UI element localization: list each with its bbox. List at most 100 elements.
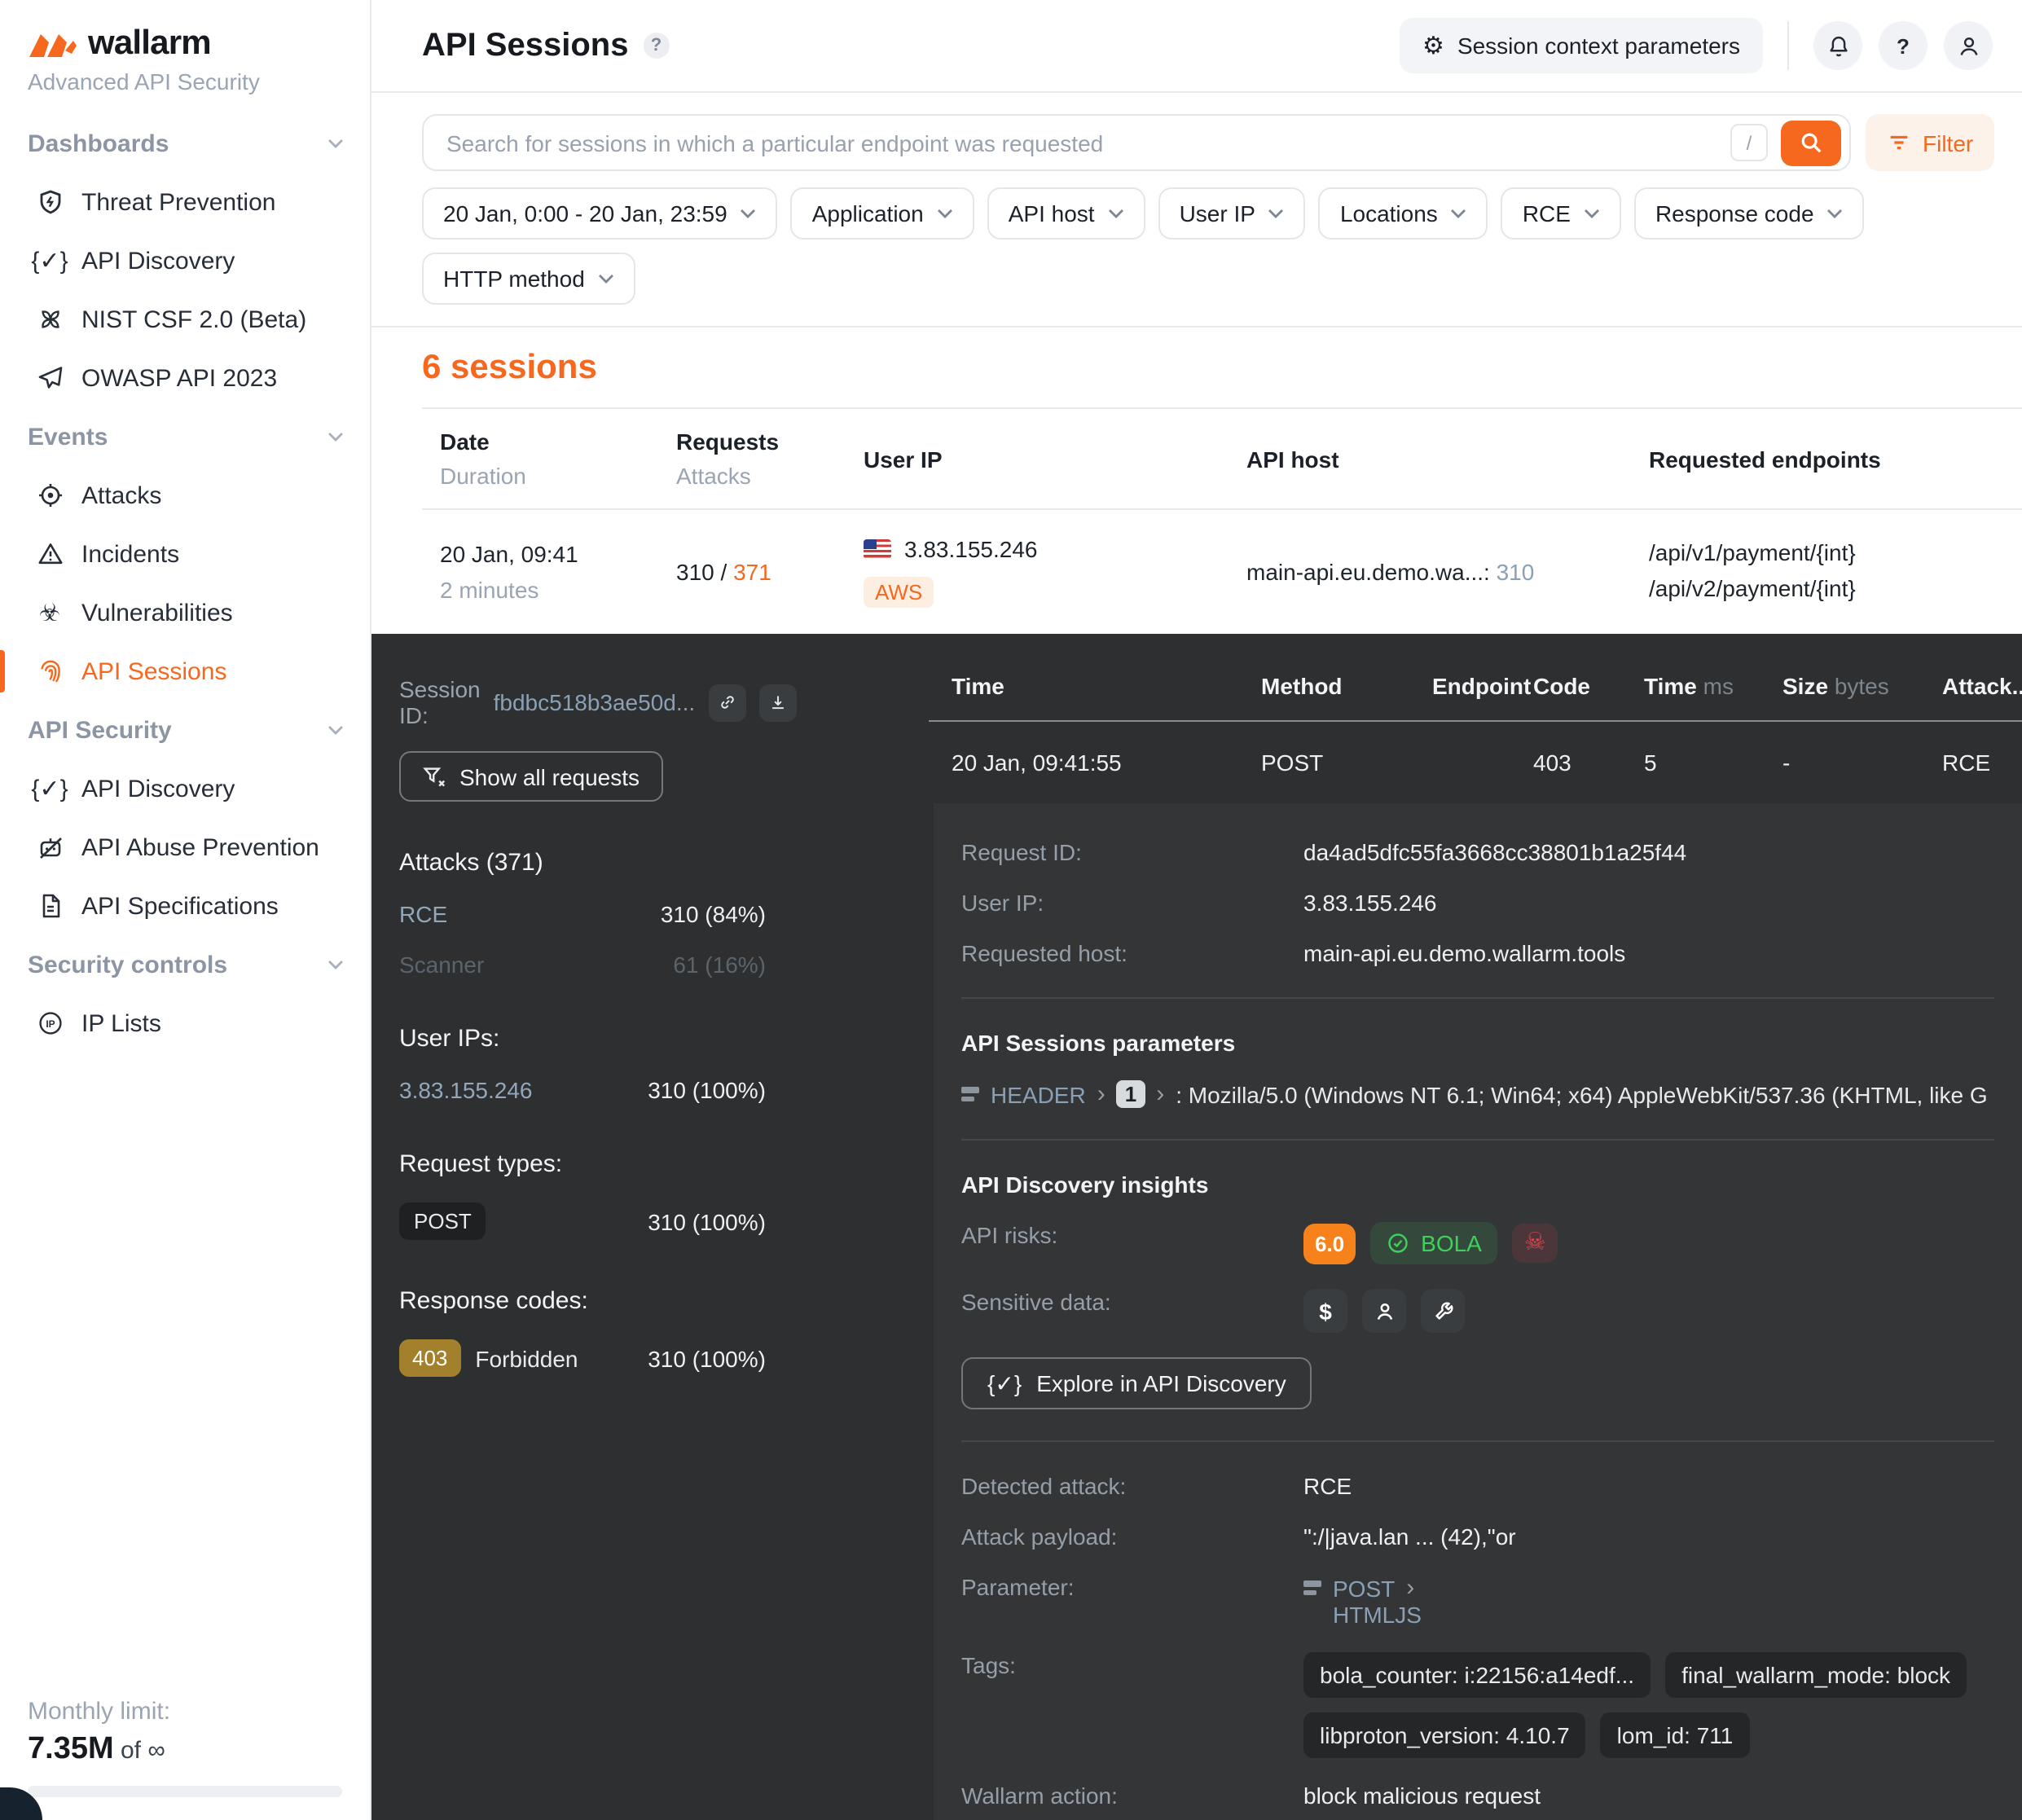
attack-stat-scanner[interactable]: Scanner 61 (16%) <box>399 952 766 978</box>
nav-section-events[interactable]: Events <box>0 407 370 466</box>
keyboard-shortcut-badge: / <box>1730 124 1768 161</box>
search-button[interactable] <box>1781 120 1841 165</box>
filter-chip-application[interactable]: Application <box>791 187 974 240</box>
filter-chip-api-host[interactable]: API host <box>987 187 1145 240</box>
sidebar-item-api-sessions[interactable]: API Sessions <box>0 642 370 701</box>
svg-text:IP: IP <box>45 1018 54 1030</box>
parameter-value: POST › HTMLJS <box>1303 1574 1422 1628</box>
divider <box>961 1139 1994 1141</box>
filter-icon <box>1887 130 1911 155</box>
chevron-down-icon <box>1451 209 1467 218</box>
nav-section-api-security[interactable]: API Security <box>0 701 370 759</box>
copy-link-button[interactable] <box>708 684 745 721</box>
sidebar-item-nist-csf[interactable]: NIST CSF 2.0 (Beta) <box>0 290 370 349</box>
sidebar-item-api-discovery-2[interactable]: {✓} API Discovery <box>0 759 370 818</box>
search-input[interactable]: Search for sessions in which a particula… <box>422 114 1851 171</box>
requests-panel: Time Method Endpoint Code Time ms Size b… <box>929 634 2022 1820</box>
col-requests: Requests <box>676 429 864 455</box>
api-discovery-insights-title: API Discovery insights <box>961 1172 2022 1198</box>
sidebar-item-ip-lists[interactable]: IP IP Lists <box>0 994 370 1053</box>
request-id-value: da4ad5dfc55fa3668cc38801b1a25f44 <box>1303 839 1686 865</box>
col-time-ms: Time <box>1644 673 1697 699</box>
chevron-down-icon <box>327 432 344 442</box>
main-area: API Sessions ? ⚙ Session context paramet… <box>371 0 2022 1820</box>
monthly-limit-progressbar <box>28 1786 342 1797</box>
request-type-stat[interactable]: POST 310 (100%) <box>399 1202 766 1240</box>
paper-plane-icon <box>36 364 64 392</box>
chevron-down-icon <box>327 960 344 969</box>
chevron-down-icon <box>327 138 344 148</box>
crosshair-icon <box>36 481 64 509</box>
filter-button[interactable]: Filter <box>1866 114 1994 171</box>
user-ip-value: 3.83.155.246 <box>1303 890 1437 916</box>
requested-host-value: main-api.eu.demo.wallarm.tools <box>1303 940 1625 966</box>
filter-chip-daterange[interactable]: 20 Jan, 0:00 - 20 Jan, 23:59 <box>422 187 778 240</box>
sessions-table-header: DateDuration RequestsAttacks User IP API… <box>422 407 2022 510</box>
biohazard-icon: ☣ <box>36 599 64 626</box>
sidebar-item-attacks[interactable]: Attacks <box>0 466 370 525</box>
filter-chips-row2: HTTP method <box>371 240 2022 305</box>
request-row[interactable]: 20 Jan, 09:41:55 POST 403 5 - RCE <box>929 722 2022 803</box>
sidebar: wallarm Advanced API Security Dashboards… <box>0 0 371 1820</box>
session-context-parameters-button[interactable]: ⚙ Session context parameters <box>1400 18 1763 73</box>
link-icon <box>718 691 736 714</box>
sidebar-item-threat-prevention[interactable]: Threat Prevention <box>0 173 370 231</box>
nav-section-dashboards[interactable]: Dashboards <box>0 114 370 173</box>
divider <box>961 1440 1994 1442</box>
user-ip-stat[interactable]: 3.83.155.246 310 (100%) <box>399 1077 766 1103</box>
notifications-button[interactable] <box>1813 21 1862 70</box>
chevron-down-icon <box>741 209 757 218</box>
sidebar-item-api-discovery[interactable]: {✓} API Discovery <box>0 231 370 290</box>
filter-chip-rce[interactable]: RCE <box>1501 187 1621 240</box>
request-id-label: Request ID: <box>961 839 1303 865</box>
col-attacks: Attacks <box>676 463 864 489</box>
tags-label: Tags: <box>961 1652 1303 1678</box>
download-button[interactable] <box>758 684 796 721</box>
col-endpoint: Endpoint <box>1432 673 1533 699</box>
status-403-name: Forbidden <box>475 1345 578 1371</box>
session-detail-panel: Session ID: fbdbc518b3ae50d... Show all … <box>371 634 2022 1820</box>
person-icon <box>1956 33 1980 58</box>
chevron-right-icon: › <box>1406 1574 1414 1602</box>
filter-chip-http-method[interactable]: HTTP method <box>422 253 635 305</box>
dollar-icon: $ <box>1303 1289 1347 1333</box>
check-circle-icon <box>1387 1232 1409 1255</box>
attack-stat-rce[interactable]: RCE 310 (84%) <box>399 901 766 927</box>
api-sessions-parameters-title: API Sessions parameters <box>961 1030 2022 1056</box>
chevron-right-icon: › <box>1156 1080 1164 1108</box>
user-ip-label: User IP: <box>961 890 1303 916</box>
session-row[interactable]: 20 Jan, 09:412 minutes 310 / 371 3.83.15… <box>422 510 2022 634</box>
sidebar-item-vulnerabilities[interactable]: ☣ Vulnerabilities <box>0 583 370 642</box>
monthly-limit-label: Monthly limit: <box>28 1698 342 1725</box>
filter-chip-response-code[interactable]: Response code <box>1634 187 1865 240</box>
response-code-stat[interactable]: 403 Forbidden 310 (100%) <box>399 1339 766 1377</box>
chevron-right-icon: › <box>1097 1080 1106 1108</box>
sidebar-item-owasp-api[interactable]: OWASP API 2023 <box>0 349 370 407</box>
attack-payload-label: Attack payload: <box>961 1523 1303 1550</box>
chevron-down-icon <box>1268 209 1285 218</box>
us-flag-icon <box>864 539 891 559</box>
request-time-ms: 5 <box>1644 750 1782 776</box>
requests-table-header: Time Method Endpoint Code Time ms Size b… <box>929 634 2022 722</box>
filter-chip-user-ip[interactable]: User IP <box>1158 187 1306 240</box>
parameter-label: Parameter: <box>961 1574 1303 1600</box>
wrench-icon <box>1421 1289 1465 1333</box>
chevron-down-icon <box>937 209 953 218</box>
session-endpoint: /api/v2/payment/{int} <box>1649 572 2022 607</box>
explore-in-api-discovery-button[interactable]: {✓} Explore in API Discovery <box>961 1357 1312 1409</box>
divider <box>961 997 1994 999</box>
sidebar-item-incidents[interactable]: Incidents <box>0 525 370 583</box>
nav-section-security-controls[interactable]: Security controls <box>0 935 370 994</box>
filter-chip-locations[interactable]: Locations <box>1319 187 1488 240</box>
user-ips-title: User IPs: <box>399 1025 766 1053</box>
show-all-requests-button[interactable]: Show all requests <box>399 751 662 802</box>
person-data-icon <box>1362 1289 1406 1333</box>
sidebar-item-api-abuse-prevention[interactable]: API Abuse Prevention <box>0 818 370 877</box>
profile-button[interactable] <box>1944 21 1993 70</box>
aws-badge: AWS <box>864 577 934 608</box>
sidebar-item-api-specifications[interactable]: API Specifications <box>0 877 370 935</box>
param-index-badge: 1 <box>1117 1080 1145 1108</box>
request-code: 403 <box>1533 750 1644 776</box>
title-help-icon[interactable]: ? <box>643 33 669 59</box>
help-button[interactable]: ? <box>1879 21 1927 70</box>
